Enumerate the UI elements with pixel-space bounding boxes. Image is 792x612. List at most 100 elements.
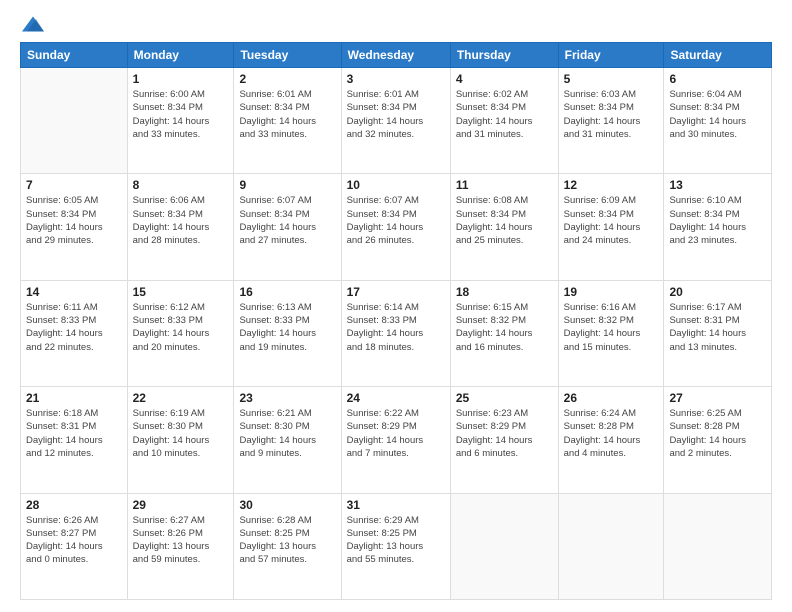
day-number: 6 [669, 72, 766, 86]
page: SundayMondayTuesdayWednesdayThursdayFrid… [0, 0, 792, 612]
calendar-cell: 1 Sunrise: 6:00 AM Sunset: 8:34 PM Daylig… [127, 68, 234, 174]
day-number: 10 [347, 178, 445, 192]
calendar-cell: 24 Sunrise: 6:22 AM Sunset: 8:29 PM Dayli… [341, 387, 450, 493]
day-number: 4 [456, 72, 553, 86]
weekday-header-saturday: Saturday [664, 43, 772, 68]
calendar-cell: 19Sunrise: 6:16 AM Sunset: 8:32 PM Dayli… [558, 280, 664, 386]
day-number: 18 [456, 285, 553, 299]
weekday-header-thursday: Thursday [450, 43, 558, 68]
calendar-week-row: 14Sunrise: 6:11 AM Sunset: 8:33 PM Dayli… [21, 280, 772, 386]
day-number: 24 [347, 391, 445, 405]
day-number: 21 [26, 391, 122, 405]
weekday-header-sunday: Sunday [21, 43, 128, 68]
calendar-cell: 30 Sunrise: 6:28 AM Sunset: 8:25 PM Dayli… [234, 493, 341, 599]
day-number: 11 [456, 178, 553, 192]
calendar-cell [21, 68, 128, 174]
weekday-header-row: SundayMondayTuesdayWednesdayThursdayFrid… [21, 43, 772, 68]
calendar-cell: 23 Sunrise: 6:21 AM Sunset: 8:30 PM Dayli… [234, 387, 341, 493]
day-info: Sunrise: 6:15 AM Sunset: 8:32 PM Dayligh… [456, 301, 553, 354]
calendar-cell: 8 Sunrise: 6:06 AM Sunset: 8:34 PM Daylig… [127, 174, 234, 280]
calendar-cell: 16 Sunrise: 6:13 AM Sunset: 8:33 PM Dayli… [234, 280, 341, 386]
day-number: 2 [239, 72, 335, 86]
calendar-cell: 9 Sunrise: 6:07 AM Sunset: 8:34 PM Daylig… [234, 174, 341, 280]
day-number: 29 [133, 498, 229, 512]
weekday-header-wednesday: Wednesday [341, 43, 450, 68]
day-number: 31 [347, 498, 445, 512]
calendar-cell [664, 493, 772, 599]
day-info: Sunrise: 6:11 AM Sunset: 8:33 PM Dayligh… [26, 301, 122, 354]
day-info: Sunrise: 6:29 AM Sunset: 8:25 PM Dayligh… [347, 514, 445, 567]
calendar-cell: 17 Sunrise: 6:14 AM Sunset: 8:33 PM Dayli… [341, 280, 450, 386]
weekday-header-tuesday: Tuesday [234, 43, 341, 68]
calendar-cell: 11Sunrise: 6:08 AM Sunset: 8:34 PM Dayli… [450, 174, 558, 280]
day-info: Sunrise: 6:02 AM Sunset: 8:34 PM Dayligh… [456, 88, 553, 141]
day-number: 7 [26, 178, 122, 192]
calendar-cell: 18 Sunrise: 6:15 AM Sunset: 8:32 PM Dayli… [450, 280, 558, 386]
day-info: Sunrise: 6:14 AM Sunset: 8:33 PM Dayligh… [347, 301, 445, 354]
day-info: Sunrise: 6:09 AM Sunset: 8:34 PM Dayligh… [564, 194, 659, 247]
day-info: Sunrise: 6:10 AM Sunset: 8:34 PM Dayligh… [669, 194, 766, 247]
day-number: 30 [239, 498, 335, 512]
day-info: Sunrise: 6:07 AM Sunset: 8:34 PM Dayligh… [347, 194, 445, 247]
day-number: 17 [347, 285, 445, 299]
day-info: Sunrise: 6:04 AM Sunset: 8:34 PM Dayligh… [669, 88, 766, 141]
day-number: 9 [239, 178, 335, 192]
calendar-week-row: 1 Sunrise: 6:00 AM Sunset: 8:34 PM Daylig… [21, 68, 772, 174]
day-number: 8 [133, 178, 229, 192]
calendar-cell: 12 Sunrise: 6:09 AM Sunset: 8:34 PM Dayli… [558, 174, 664, 280]
calendar-cell: 2Sunrise: 6:01 AM Sunset: 8:34 PM Daylig… [234, 68, 341, 174]
day-number: 3 [347, 72, 445, 86]
day-info: Sunrise: 6:13 AM Sunset: 8:33 PM Dayligh… [239, 301, 335, 354]
calendar-cell [450, 493, 558, 599]
day-info: Sunrise: 6:21 AM Sunset: 8:30 PM Dayligh… [239, 407, 335, 460]
day-info: Sunrise: 6:22 AM Sunset: 8:29 PM Dayligh… [347, 407, 445, 460]
day-number: 26 [564, 391, 659, 405]
day-info: Sunrise: 6:27 AM Sunset: 8:26 PM Dayligh… [133, 514, 229, 567]
day-info: Sunrise: 6:28 AM Sunset: 8:25 PM Dayligh… [239, 514, 335, 567]
calendar-cell: 14Sunrise: 6:11 AM Sunset: 8:33 PM Dayli… [21, 280, 128, 386]
weekday-header-friday: Friday [558, 43, 664, 68]
day-info: Sunrise: 6:17 AM Sunset: 8:31 PM Dayligh… [669, 301, 766, 354]
calendar-cell: 31 Sunrise: 6:29 AM Sunset: 8:25 PM Dayli… [341, 493, 450, 599]
day-info: Sunrise: 6:06 AM Sunset: 8:34 PM Dayligh… [133, 194, 229, 247]
day-number: 1 [133, 72, 229, 86]
day-number: 12 [564, 178, 659, 192]
calendar-week-row: 21 Sunrise: 6:18 AM Sunset: 8:31 PM Dayli… [21, 387, 772, 493]
day-info: Sunrise: 6:24 AM Sunset: 8:28 PM Dayligh… [564, 407, 659, 460]
calendar-cell: 15Sunrise: 6:12 AM Sunset: 8:33 PM Dayli… [127, 280, 234, 386]
header [20, 16, 772, 32]
day-info: Sunrise: 6:18 AM Sunset: 8:31 PM Dayligh… [26, 407, 122, 460]
calendar-cell: 10 Sunrise: 6:07 AM Sunset: 8:34 PM Dayli… [341, 174, 450, 280]
day-info: Sunrise: 6:00 AM Sunset: 8:34 PM Dayligh… [133, 88, 229, 141]
calendar-cell: 27 Sunrise: 6:25 AM Sunset: 8:28 PM Dayli… [664, 387, 772, 493]
calendar-cell: 3 Sunrise: 6:01 AM Sunset: 8:34 PM Daylig… [341, 68, 450, 174]
day-number: 5 [564, 72, 659, 86]
day-number: 13 [669, 178, 766, 192]
day-number: 19 [564, 285, 659, 299]
day-info: Sunrise: 6:05 AM Sunset: 8:34 PM Dayligh… [26, 194, 122, 247]
day-info: Sunrise: 6:07 AM Sunset: 8:34 PM Dayligh… [239, 194, 335, 247]
day-number: 28 [26, 498, 122, 512]
day-info: Sunrise: 6:19 AM Sunset: 8:30 PM Dayligh… [133, 407, 229, 460]
calendar-cell: 7 Sunrise: 6:05 AM Sunset: 8:34 PM Daylig… [21, 174, 128, 280]
calendar-week-row: 7 Sunrise: 6:05 AM Sunset: 8:34 PM Daylig… [21, 174, 772, 280]
calendar-cell: 21 Sunrise: 6:18 AM Sunset: 8:31 PM Dayli… [21, 387, 128, 493]
calendar-cell: 6 Sunrise: 6:04 AM Sunset: 8:34 PM Daylig… [664, 68, 772, 174]
day-info: Sunrise: 6:25 AM Sunset: 8:28 PM Dayligh… [669, 407, 766, 460]
calendar-cell: 20Sunrise: 6:17 AM Sunset: 8:31 PM Dayli… [664, 280, 772, 386]
calendar-cell: 4 Sunrise: 6:02 AM Sunset: 8:34 PM Daylig… [450, 68, 558, 174]
day-number: 23 [239, 391, 335, 405]
day-info: Sunrise: 6:03 AM Sunset: 8:34 PM Dayligh… [564, 88, 659, 141]
day-info: Sunrise: 6:26 AM Sunset: 8:27 PM Dayligh… [26, 514, 122, 567]
logo-icon [22, 16, 44, 32]
calendar-cell: 25Sunrise: 6:23 AM Sunset: 8:29 PM Dayli… [450, 387, 558, 493]
day-number: 16 [239, 285, 335, 299]
day-info: Sunrise: 6:23 AM Sunset: 8:29 PM Dayligh… [456, 407, 553, 460]
calendar-cell: 5 Sunrise: 6:03 AM Sunset: 8:34 PM Daylig… [558, 68, 664, 174]
day-number: 27 [669, 391, 766, 405]
day-info: Sunrise: 6:01 AM Sunset: 8:34 PM Dayligh… [347, 88, 445, 141]
calendar-week-row: 28 Sunrise: 6:26 AM Sunset: 8:27 PM Dayli… [21, 493, 772, 599]
calendar-cell: 28 Sunrise: 6:26 AM Sunset: 8:27 PM Dayli… [21, 493, 128, 599]
weekday-header-monday: Monday [127, 43, 234, 68]
calendar-cell: 13 Sunrise: 6:10 AM Sunset: 8:34 PM Dayli… [664, 174, 772, 280]
